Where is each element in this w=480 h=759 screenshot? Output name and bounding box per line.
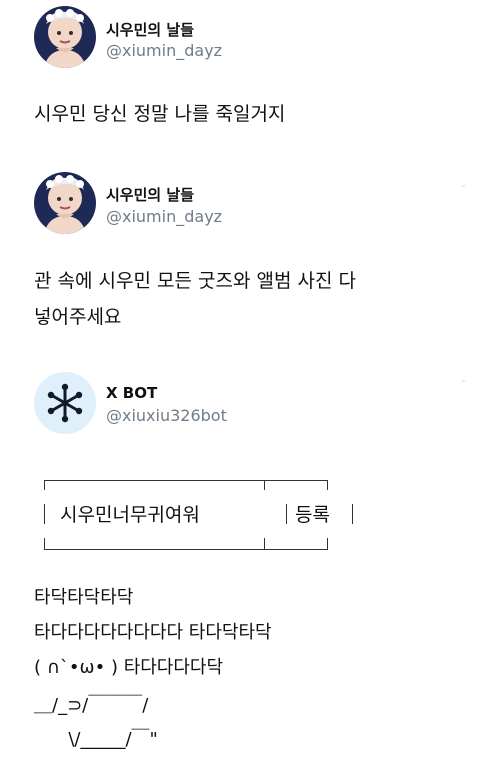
- user-avatar[interactable]: [34, 172, 96, 234]
- display-name[interactable]: X BOT: [106, 384, 157, 402]
- ascii-line: ( ∩`•ω• ) 타다다다다닥: [34, 657, 224, 678]
- tweet-text: 시우민 당신 정말 나를 죽일거지: [34, 103, 286, 125]
- ascii-line: 타다다다다다다다다 타다닥타닥: [34, 622, 272, 643]
- search-box-tick: [327, 480, 328, 490]
- user-handle[interactable]: @xiuxiu326bot: [106, 406, 227, 425]
- register-button[interactable]: 등록: [295, 500, 330, 527]
- ascii-line: 타닥타닥타닥: [34, 587, 134, 608]
- search-box-bottom-border: [44, 549, 328, 550]
- search-input[interactable]: 시우민너무귀여워: [60, 500, 200, 527]
- ascii-line: ＿/_⊃/￣￣￣/: [34, 695, 149, 716]
- display-name[interactable]: 시우민의 날들: [106, 19, 194, 40]
- tweet-text: 관 속에 시우민 모든 굿즈와 앨범 사진 다 넣어주세요: [34, 270, 356, 328]
- display-name[interactable]: 시우민의 날들: [106, 184, 194, 205]
- search-box-side: [352, 504, 353, 524]
- search-box-side: [44, 504, 45, 524]
- person-photo-avatar-icon: [34, 172, 96, 234]
- search-box-tick: [264, 480, 265, 490]
- divider-mark: [462, 380, 465, 382]
- snowflake-bot-avatar-icon: [34, 372, 96, 434]
- search-box-side: [286, 504, 287, 524]
- ascii-line: \/_____/￣": [34, 729, 158, 750]
- search-box-top-border: [44, 480, 328, 481]
- person-photo-avatar-icon: [34, 6, 96, 68]
- search-box-tick: [44, 480, 45, 490]
- bot-avatar[interactable]: [34, 372, 96, 434]
- user-avatar[interactable]: [34, 6, 96, 68]
- user-handle[interactable]: @xiumin_dayz: [106, 207, 222, 226]
- divider-mark: [462, 185, 465, 187]
- user-handle[interactable]: @xiumin_dayz: [106, 41, 222, 60]
